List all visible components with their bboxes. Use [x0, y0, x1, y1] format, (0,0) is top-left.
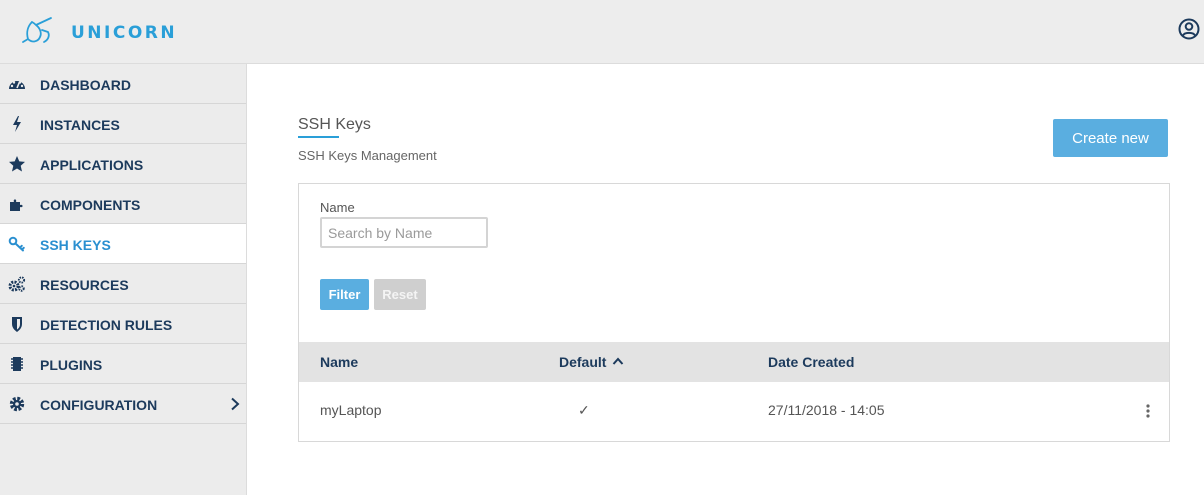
- sidebar-item-label: RESOURCES: [40, 277, 129, 293]
- sidebar-item-detection-rules[interactable]: DETECTION RULES: [0, 304, 246, 344]
- sidebar-item-label: DETECTION RULES: [40, 317, 173, 333]
- default-checkmark: ✓: [578, 402, 590, 418]
- create-new-button[interactable]: Create new: [1053, 119, 1168, 157]
- sidebar: DASHBOARD INSTANCES APPLICATIONS COMPONE…: [0, 64, 247, 495]
- sidebar-item-label: INSTANCES: [40, 117, 120, 133]
- ssh-key-name: myLaptop: [320, 402, 382, 418]
- cogs-icon: [8, 276, 26, 292]
- sidebar-item-resources[interactable]: RESOURCES: [0, 264, 246, 304]
- column-header-date-created[interactable]: Date Created: [768, 354, 854, 370]
- page-subtitle: SSH Keys Management: [298, 148, 437, 163]
- page-title: SSH Keys: [298, 116, 371, 133]
- filter-button[interactable]: Filter: [320, 279, 369, 310]
- table-row: myLaptop ✓ 27/11/2018 - 14:05: [299, 382, 1169, 441]
- title-underline: [298, 136, 339, 138]
- column-header-default[interactable]: Default: [559, 354, 606, 370]
- sidebar-item-label: COMPONENTS: [40, 197, 141, 213]
- top-bar: UNICORN: [0, 0, 1204, 64]
- chip-icon: [11, 357, 23, 371]
- bolt-icon: [13, 116, 21, 132]
- unicorn-logo-icon[interactable]: [18, 12, 58, 52]
- row-actions-menu-icon[interactable]: [1144, 403, 1152, 419]
- ssh-keys-card: Name Filter Reset Name Default Date Crea…: [298, 183, 1170, 442]
- sidebar-item-plugins[interactable]: PLUGINS: [0, 344, 246, 384]
- sort-ascending-icon[interactable]: [612, 356, 624, 366]
- sidebar-item-label: APPLICATIONS: [40, 157, 144, 173]
- sidebar-item-components[interactable]: COMPONENTS: [0, 184, 246, 224]
- sidebar-item-label: CONFIGURATION: [40, 397, 158, 413]
- puzzle-icon: [10, 199, 23, 211]
- chevron-right-icon[interactable]: [229, 397, 241, 411]
- brand-name[interactable]: UNICORN: [71, 23, 177, 43]
- table-header: Name Default Date Created: [299, 342, 1169, 382]
- user-account-icon[interactable]: [1178, 18, 1200, 40]
- search-by-name-input[interactable]: [320, 217, 488, 248]
- dashboard-icon: [9, 81, 25, 89]
- sidebar-item-label: PLUGINS: [40, 357, 103, 373]
- date-created: 27/11/2018 - 14:05: [768, 402, 885, 418]
- sidebar-item-ssh-keys[interactable]: SSH KEYS: [0, 224, 246, 264]
- sidebar-item-label: DASHBOARD: [40, 77, 131, 93]
- shield-icon: [12, 317, 22, 332]
- name-filter-label: Name: [320, 200, 355, 215]
- column-header-name[interactable]: Name: [320, 354, 358, 370]
- sidebar-item-instances[interactable]: INSTANCES: [0, 104, 246, 144]
- sidebar-item-dashboard[interactable]: DASHBOARD: [0, 64, 246, 104]
- reset-button[interactable]: Reset: [374, 279, 426, 310]
- sidebar-item-configuration[interactable]: CONFIGURATION: [0, 384, 246, 424]
- star-icon: [9, 156, 25, 172]
- key-icon: [8, 236, 25, 252]
- gear-icon: [9, 396, 25, 412]
- sidebar-item-label: SSH KEYS: [40, 237, 111, 253]
- sidebar-item-applications[interactable]: APPLICATIONS: [0, 144, 246, 184]
